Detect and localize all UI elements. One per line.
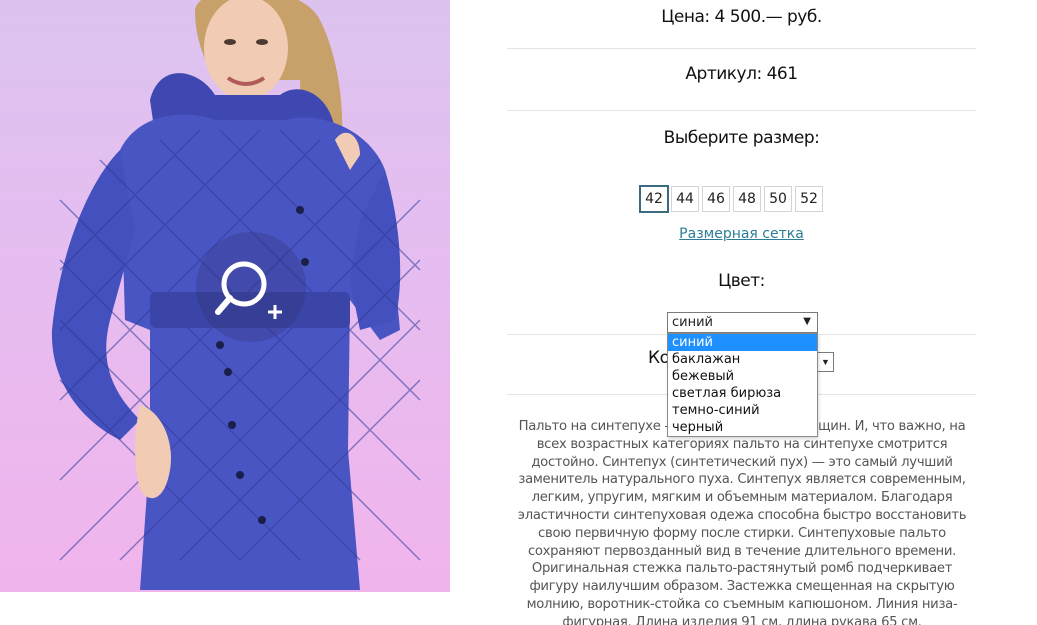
product-description: Пальто на синтепухе — ... современных же… (517, 419, 967, 625)
zoom-in-icon (215, 261, 282, 319)
color-option[interactable]: темно-синий (668, 402, 817, 419)
dropdown-arrow-icon: ▼ (821, 357, 830, 367)
price-row: Цена: 4 500.— руб. (507, 0, 976, 49)
size-option-50[interactable]: 50 (764, 186, 792, 212)
size-option-52[interactable]: 52 (795, 186, 823, 212)
color-select-value: синий (672, 315, 713, 330)
size-chart-link[interactable]: Размерная сетка (507, 226, 976, 242)
size-option-48[interactable]: 48 (733, 186, 761, 212)
color-option[interactable]: черный (668, 419, 817, 436)
price-label: Цена: 4 500.— руб. (661, 7, 822, 27)
dropdown-arrow-icon: ▼ (803, 316, 811, 327)
size-option-42[interactable]: 42 (639, 185, 669, 213)
sku-row: Артикул: 461 (507, 49, 976, 111)
color-select[interactable]: синий ▼ (667, 312, 818, 333)
color-option[interactable]: синий (668, 334, 817, 351)
color-option[interactable]: бежевый (668, 368, 817, 385)
size-option-46[interactable]: 46 (702, 186, 730, 212)
size-heading: Выберите размер: (663, 128, 820, 148)
size-selector: 42 44 46 48 50 52 (639, 185, 823, 213)
zoom-button[interactable] (196, 232, 306, 342)
product-details: Цена: 4 500.— руб. Артикул: 461 Выберите… (507, 0, 976, 625)
sku-label: Артикул: 461 (685, 64, 798, 84)
color-dropdown-list: синий баклажан бежевый светлая бирюза те… (667, 333, 818, 437)
size-option-44[interactable]: 44 (671, 186, 699, 212)
color-heading: Цвет: (718, 271, 765, 291)
color-option[interactable]: светлая бирюза (668, 385, 817, 402)
quantity-select[interactable]: ▼ (817, 352, 834, 372)
product-photo[interactable] (0, 0, 450, 592)
color-option[interactable]: баклажан (668, 351, 817, 368)
